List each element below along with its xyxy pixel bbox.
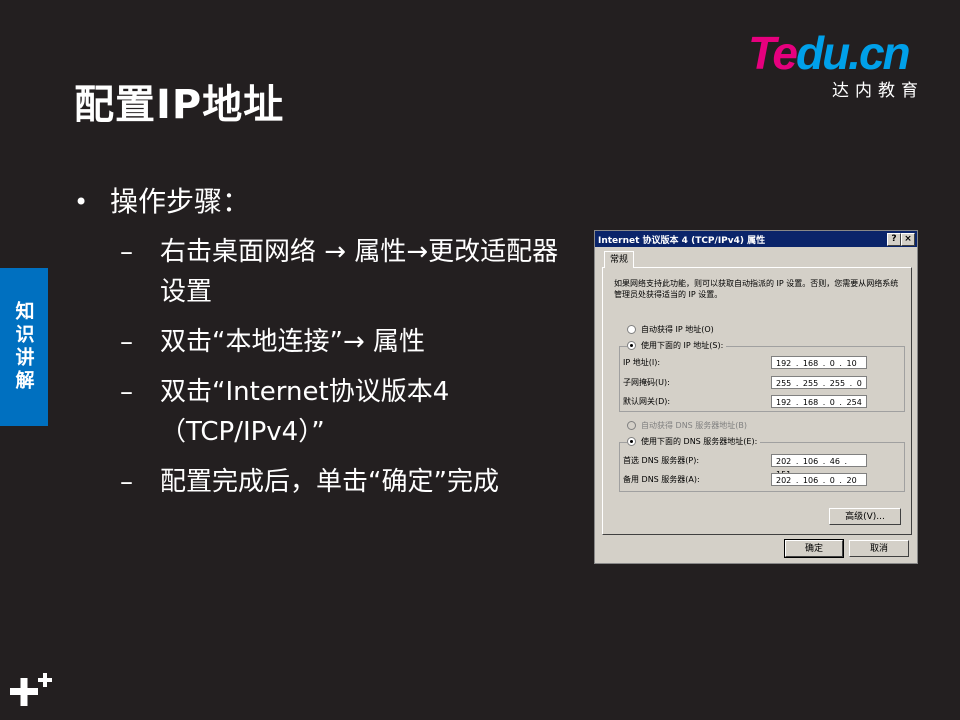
- logo-subtitle: 达内教育: [832, 81, 924, 101]
- radio-off-icon: [627, 421, 636, 430]
- ip-address-field[interactable]: 192 . 168 . 0 . 10: [771, 356, 867, 369]
- auto-dns-radio[interactable]: 自动获得 DNS 服务器地址(B): [627, 420, 747, 431]
- step-item: – 配置完成后，单击“确定”完成: [120, 467, 499, 497]
- dialog-title: Internet 协议版本 4 (TCP/IPv4) 属性: [598, 235, 766, 246]
- tcpip-properties-dialog: Internet 协议版本 4 (TCP/IPv4) 属性 ? × 常规 如果网…: [594, 230, 918, 564]
- manual-dns-radio[interactable]: 使用下面的 DNS 服务器地址(E):: [627, 436, 761, 447]
- gateway-label: 默认网关(D):: [623, 397, 671, 406]
- gateway-field[interactable]: 192 . 168 . 0 . 254: [771, 395, 867, 408]
- bullet-main: • 操作步骤：: [74, 182, 584, 222]
- tedu-logo: Tedu.cn 达内教育: [748, 27, 928, 101]
- step-item: – 右击桌面网络 → 属性→更改适配器设置: [120, 237, 559, 307]
- general-panel: 如果网络支持此功能，则可以获取自动指派的 IP 设置。否则，您需要从网络系统管理…: [602, 267, 912, 535]
- tab-general[interactable]: 常规: [604, 251, 634, 268]
- alternate-dns-row: 备用 DNS 服务器(A): 202 . 106 . 0 . 20: [623, 473, 867, 486]
- manual-ip-radio[interactable]: 使用下面的 IP 地址(S):: [627, 340, 727, 351]
- preferred-dns-row: 首选 DNS 服务器(P): 202 . 106 . 46 . 151: [623, 454, 867, 479]
- logo-brand: Tedu.cn: [748, 27, 911, 79]
- ok-button[interactable]: 确定: [784, 539, 844, 558]
- auto-ip-radio[interactable]: 自动获得 IP 地址(O): [627, 324, 714, 335]
- dialog-description: 如果网络支持此功能，则可以获取自动指派的 IP 设置。否则，您需要从网络系统管理…: [614, 279, 899, 299]
- subnet-mask-field[interactable]: 255 . 255 . 255 . 0: [771, 376, 867, 389]
- radio-on-icon: [627, 437, 636, 446]
- radio-off-icon: [627, 325, 636, 334]
- side-tab-label: 知识讲解: [12, 301, 35, 393]
- preferred-dns-field[interactable]: 202 . 106 . 46 . 151: [771, 454, 867, 479]
- plus-decoration-icon: [10, 673, 52, 706]
- slide-title: 配置IP地址: [74, 82, 285, 128]
- help-button[interactable]: ?: [887, 233, 901, 246]
- ip-address-row: IP 地址(I): 192 . 168 . 0 . 10: [623, 356, 867, 369]
- close-button[interactable]: ×: [901, 233, 915, 246]
- bullet-list: • 操作步骤： – 右击桌面网络 → 属性→更改适配器设置 – 双击“本地连接”→ …: [74, 182, 584, 502]
- alternate-dns-field[interactable]: 202 . 106 . 0 . 20: [771, 473, 867, 486]
- dialog-titlebar: Internet 协议版本 4 (TCP/IPv4) 属性 ? ×: [595, 231, 917, 247]
- side-tab: 知识讲解: [0, 268, 48, 426]
- advanced-button[interactable]: 高级(V)...: [829, 508, 901, 525]
- bullet-dot: •: [74, 188, 89, 216]
- subnet-mask-row: 子网掩码(U): 255 . 255 . 255 . 0: [623, 376, 867, 389]
- step-item: – 双击“本地连接”→ 属性: [120, 327, 425, 357]
- step-item: – 双击“Internet协议版本4（TCP/IPv4）”: [120, 377, 450, 447]
- cancel-button[interactable]: 取消: [849, 540, 909, 557]
- preferred-dns-label: 首选 DNS 服务器(P):: [623, 456, 700, 465]
- radio-on-icon: [627, 341, 636, 350]
- ip-address-label: IP 地址(I):: [623, 358, 661, 367]
- gateway-row: 默认网关(D): 192 . 168 . 0 . 254: [623, 395, 867, 408]
- subnet-mask-label: 子网掩码(U):: [623, 378, 670, 387]
- alternate-dns-label: 备用 DNS 服务器(A):: [623, 475, 700, 484]
